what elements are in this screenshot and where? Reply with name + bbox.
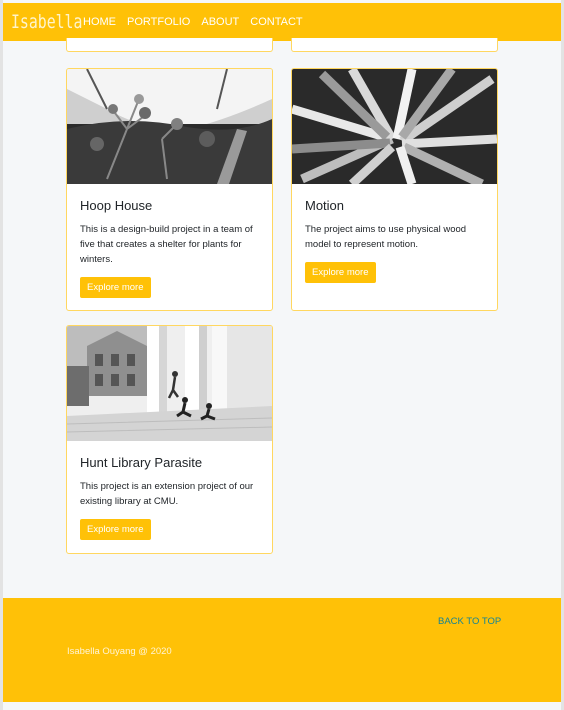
explore-more-button[interactable]: Explore more — [80, 277, 151, 298]
nav-links: HOME PORTFOLIO ABOUT CONTACT — [83, 16, 314, 28]
nav-link-portfolio[interactable]: PORTFOLIO — [127, 16, 190, 28]
hunt-library-image — [67, 326, 272, 441]
project-card-motion: Motion The project aims to use physical … — [291, 68, 498, 311]
project-card-partial — [66, 38, 273, 52]
motion-image — [292, 69, 497, 184]
card-description: This is a design-build project in a team… — [80, 224, 253, 265]
card-title: Hunt Library Parasite — [80, 455, 203, 470]
card-description: This project is an extension project of … — [80, 481, 254, 507]
card-title: Hoop House — [80, 198, 153, 213]
explore-more-button[interactable]: Explore more — [305, 262, 376, 283]
project-card-partial — [291, 38, 498, 52]
brand-logo[interactable]: Isabella — [11, 11, 82, 33]
footer: BACK TO TOP Isabella Ouyang @ 2020 — [3, 598, 561, 702]
card-description: The project aims to use physical wood mo… — [305, 224, 467, 250]
nav-link-home[interactable]: HOME — [83, 16, 116, 28]
back-to-top-link[interactable]: BACK TO TOP — [438, 616, 501, 627]
explore-more-button[interactable]: Explore more — [80, 519, 151, 540]
card-title: Motion — [305, 198, 345, 213]
nav-link-about[interactable]: ABOUT — [201, 16, 239, 28]
hoop-house-image — [67, 69, 272, 184]
navbar: Isabella HOME PORTFOLIO ABOUT CONTACT — [3, 3, 561, 41]
copyright-text: Isabella Ouyang @ 2020 — [67, 646, 172, 657]
nav-link-contact[interactable]: CONTACT — [250, 16, 302, 28]
project-card-hunt-library-parasite: Hunt Library Parasite This project is an… — [66, 325, 273, 554]
project-card-hoop-house: Hoop House This is a design-build projec… — [66, 68, 273, 311]
